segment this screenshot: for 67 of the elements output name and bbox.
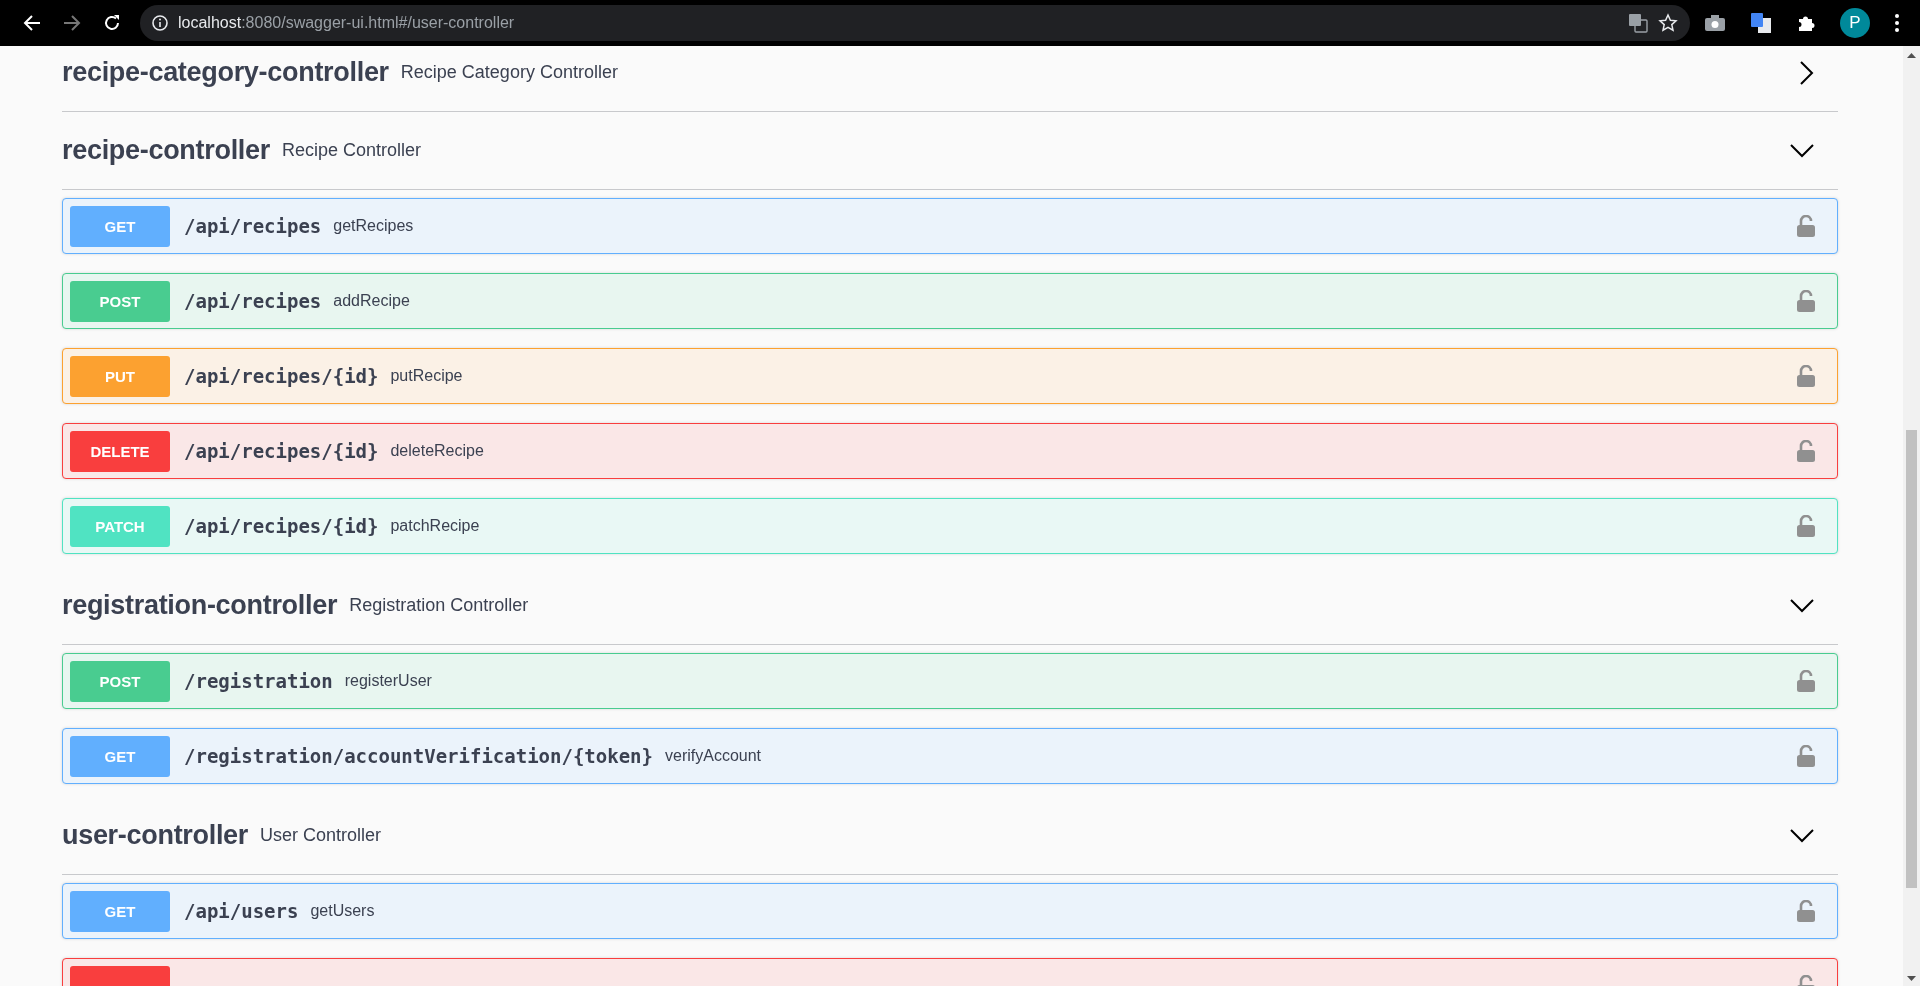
- section-title[interactable]: recipe-controller: [62, 135, 270, 166]
- scrollbar-thumb[interactable]: [1906, 430, 1917, 888]
- section-description: Recipe Category Controller: [400, 62, 619, 83]
- method-label: PATCH: [70, 505, 170, 547]
- reload-icon[interactable]: [103, 14, 121, 32]
- operation-row[interactable]: PUT /api/recipes/{id} putRecipe: [62, 348, 1838, 404]
- unlocked-padlock-icon[interactable]: [1797, 745, 1815, 767]
- operation-row[interactable]: GET /registration/accountVerification/{token} verifyAccount: [62, 728, 1838, 784]
- method-label: POST: [70, 280, 170, 322]
- info-icon[interactable]: [152, 15, 168, 31]
- menu-icon[interactable]: [1894, 13, 1900, 33]
- operation-summary: deleteRecipe: [390, 442, 485, 460]
- unlocked-padlock-icon[interactable]: [1797, 900, 1815, 922]
- camera-icon[interactable]: [1704, 14, 1726, 32]
- chevron-down-icon[interactable]: [1790, 143, 1814, 158]
- unlocked-padlock-icon[interactable]: [1797, 365, 1815, 387]
- chevron-right-icon[interactable]: [1800, 60, 1814, 85]
- operation-summary: patchRecipe: [390, 517, 481, 535]
- forward-icon[interactable]: [63, 15, 81, 31]
- endpoint-path: /api/recipes: [184, 215, 322, 237]
- operation-row[interactable]: POST /registration registerUser: [62, 653, 1838, 709]
- operation-row[interactable]: GET /api/recipes getRecipes: [62, 198, 1838, 254]
- unlocked-padlock-icon[interactable]: [1797, 215, 1815, 237]
- section-description: User Controller: [260, 825, 383, 846]
- unlocked-padlock-icon[interactable]: [1797, 670, 1815, 692]
- translate-icon[interactable]: [1628, 13, 1648, 33]
- endpoint-path: /registration: [184, 670, 333, 692]
- section-description: Registration Controller: [349, 595, 530, 616]
- endpoint-path: /api/recipes: [184, 290, 322, 312]
- section-title[interactable]: recipe-category-controller: [62, 57, 389, 88]
- back-icon[interactable]: [23, 15, 41, 31]
- endpoint-path: /api/recipes/{id}: [184, 365, 379, 387]
- star-icon[interactable]: [1658, 13, 1678, 33]
- unlocked-padlock-icon[interactable]: [1797, 290, 1815, 312]
- operation-row[interactable]: GET /api/users getUsers: [62, 883, 1838, 939]
- chevron-down-icon[interactable]: [1790, 828, 1814, 843]
- endpoint-path: /api/recipes/{id}: [184, 515, 379, 537]
- method-label: POST: [70, 660, 170, 702]
- operation-summary: putRecipe: [390, 367, 464, 385]
- operation-summary: getRecipes: [333, 217, 415, 235]
- section-title[interactable]: registration-controller: [62, 590, 338, 621]
- method-label: DELETE: [70, 430, 170, 472]
- method-label: GET: [70, 205, 170, 247]
- unlocked-padlock-icon[interactable]: [1797, 515, 1815, 537]
- operation-summary: addRecipe: [333, 292, 411, 310]
- translate-extension-icon[interactable]: [1750, 12, 1772, 34]
- operation-summary: registerUser: [344, 672, 433, 690]
- address-bar[interactable]: localhost:8080/swagger-ui.html#/user-controller: [140, 5, 1690, 41]
- operation-row[interactable]: POST /api/recipes addRecipe: [62, 273, 1838, 329]
- operation-row[interactable]: DELETE /api/recipes/{id} deleteRecipe: [62, 423, 1838, 479]
- section-description: Recipe Controller: [281, 140, 423, 161]
- unlocked-padlock-icon[interactable]: [1797, 440, 1815, 462]
- operation-summary: verifyAccount: [665, 747, 763, 765]
- url-text: localhost:8080/swagger-ui.html#/user-controller: [178, 14, 516, 32]
- method-label: GET: [70, 890, 170, 932]
- endpoint-path: /api/recipes/{id}: [184, 440, 379, 462]
- scroll-down-icon[interactable]: [1907, 976, 1916, 981]
- operation-row[interactable]: PATCH /api/recipes/{id} patchRecipe: [62, 498, 1838, 554]
- method-label: PUT: [70, 355, 170, 397]
- endpoint-path: /api/users: [184, 900, 299, 922]
- profile-avatar[interactable]: P: [1840, 8, 1870, 38]
- scroll-up-icon[interactable]: [1907, 53, 1916, 58]
- endpoint-path: /registration/accountVerification/{token}: [184, 745, 653, 767]
- chevron-down-icon[interactable]: [1790, 598, 1814, 613]
- section-title[interactable]: user-controller: [62, 820, 249, 851]
- operation-summary: getUsers: [310, 902, 376, 920]
- method-label: GET: [70, 735, 170, 777]
